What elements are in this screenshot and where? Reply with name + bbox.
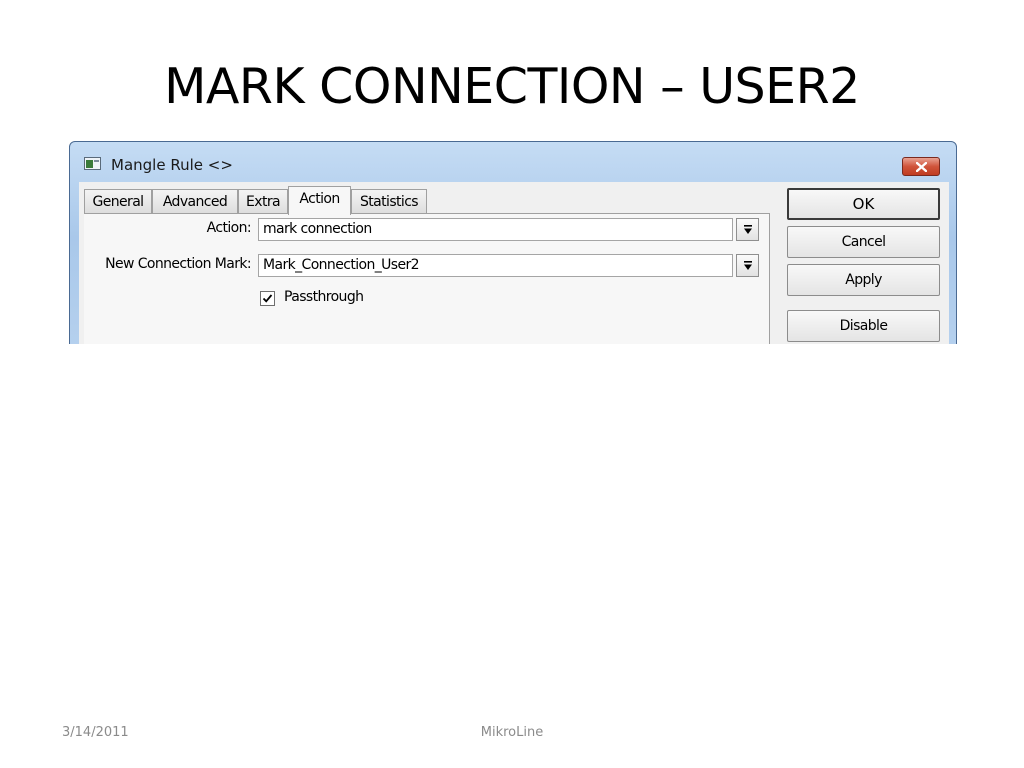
screenshot-region: Mangle Rule <> General Advanced Extra Ac… — [69, 141, 957, 344]
action-label: Action: — [206, 220, 252, 236]
tab-statistics[interactable]: Statistics — [351, 189, 427, 213]
passthrough-checkbox[interactable] — [260, 291, 275, 306]
tab-advanced[interactable]: Advanced — [152, 189, 238, 213]
tab-action[interactable]: Action — [288, 186, 351, 215]
footer-center-text: MikroLine — [480, 725, 544, 740]
window-app-icon — [84, 157, 101, 170]
title-bar[interactable]: Mangle Rule <> — [70, 142, 956, 182]
slide-title: MARK CONNECTION – USER2 — [164, 58, 860, 115]
new-connection-mark-label: New Connection Mark: — [105, 256, 251, 272]
dialog-client-area: General Advanced Extra Action Statistics… — [79, 182, 949, 344]
mangle-rule-window: Mangle Rule <> General Advanced Extra Ac… — [69, 141, 957, 344]
tab-general[interactable]: General — [84, 189, 152, 213]
close-button[interactable] — [902, 157, 940, 176]
passthrough-label: Passthrough — [284, 289, 364, 305]
disable-button[interactable]: Disable — [787, 310, 940, 342]
tab-pane-action: Action: mark connection New Connection M… — [84, 214, 770, 344]
action-field[interactable]: mark connection — [258, 218, 733, 241]
tab-extra[interactable]: Extra — [238, 189, 288, 213]
new-connection-mark-field[interactable]: Mark_Connection_User2 — [258, 254, 733, 277]
ok-button[interactable]: OK — [787, 188, 940, 220]
cancel-button[interactable]: Cancel — [787, 226, 940, 258]
slide: MARK CONNECTION – USER2 Mangle Rule <> G… — [0, 0, 1024, 768]
action-dropdown-button[interactable] — [736, 218, 759, 241]
window-title: Mangle Rule <> — [111, 156, 233, 174]
new-connection-mark-dropdown-button[interactable] — [736, 254, 759, 277]
apply-button[interactable]: Apply — [787, 264, 940, 296]
